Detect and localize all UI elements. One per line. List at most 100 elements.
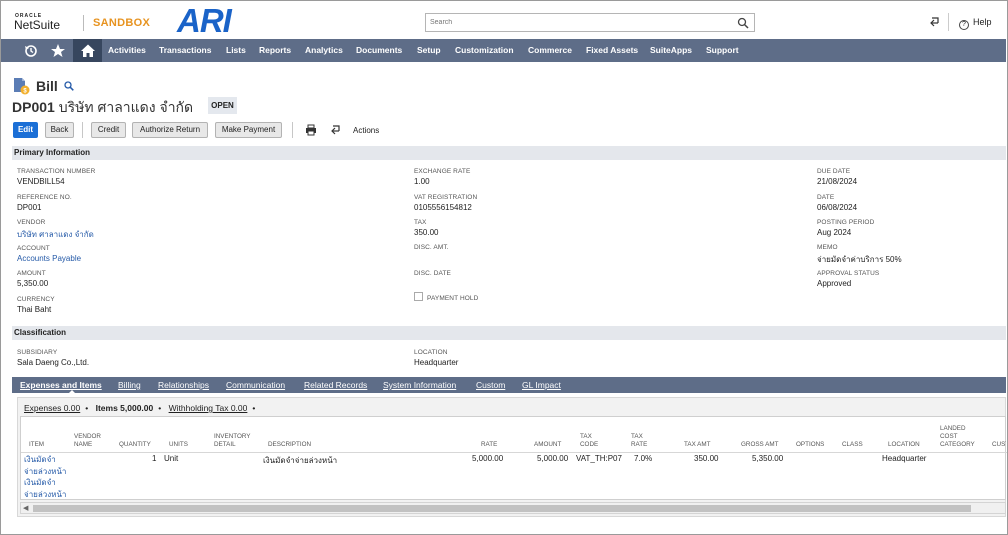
scrollbar-thumb[interactable]	[33, 505, 971, 512]
edit-button[interactable]: Edit	[13, 122, 38, 138]
actions-menu[interactable]: Actions	[353, 126, 379, 135]
currency-value: Thai Baht	[17, 305, 52, 314]
posting-period-value: Aug 2024	[817, 228, 852, 237]
item-link[interactable]: จ่ายล่วงหน้า	[24, 489, 66, 501]
field-label: EXCHANGE RATE	[414, 168, 471, 175]
rate-cell: 5,000.00	[472, 454, 504, 463]
home-icon	[81, 44, 95, 57]
credit-button[interactable]: Credit	[91, 122, 126, 138]
make-payment-button[interactable]: Make Payment	[215, 122, 282, 138]
nav-activities[interactable]: Activities	[108, 45, 146, 55]
item-link[interactable]: จ่ายล่วงหน้า	[24, 466, 66, 478]
recent-records-icon[interactable]	[929, 16, 941, 28]
print-icon[interactable]	[305, 124, 317, 136]
approval-status-value: Approved	[817, 279, 852, 288]
header-divider	[21, 452, 1007, 453]
help-icon: ?	[959, 20, 969, 30]
search-icon[interactable]	[737, 17, 749, 29]
column-header: TAX RATE	[631, 433, 648, 448]
memo-value: จ่ายมัดจำค่าบริการ 50%	[817, 255, 902, 264]
status-badge: OPEN	[208, 97, 237, 114]
item-link[interactable]: เงินมัดจำ	[24, 477, 56, 489]
tab-billing[interactable]: Billing	[118, 380, 141, 390]
toolbar-divider	[82, 122, 83, 138]
quantity-cell: 1	[152, 454, 157, 463]
column-header: GROSS AMT	[741, 441, 779, 448]
items-chip[interactable]: Items 5,000.00	[96, 403, 154, 413]
nav-documents[interactable]: Documents	[356, 45, 402, 55]
sandbox-label: SANDBOX	[93, 17, 151, 29]
tab-expenses-and-items[interactable]: Expenses and Items	[20, 380, 102, 390]
location-cell: Headquarter	[882, 454, 927, 463]
active-tab-marker	[68, 390, 76, 394]
column-header: OPTIONS	[796, 441, 825, 448]
column-header: AMOUNT	[534, 441, 562, 448]
field-label: VAT REGISTRATION	[414, 194, 478, 201]
nav-customization[interactable]: Customization	[455, 45, 514, 55]
help-link[interactable]: ? Help	[959, 17, 992, 30]
nav-lists[interactable]: Lists	[226, 45, 246, 55]
nav-suiteapps[interactable]: SuiteApps	[650, 45, 692, 55]
tab-communication[interactable]: Communication	[226, 380, 285, 390]
field-label: TAX	[414, 219, 427, 226]
column-header: CLASS	[842, 441, 863, 448]
column-header: QUANTITY	[119, 441, 151, 448]
horizontal-scrollbar[interactable]: ◀	[20, 502, 1006, 514]
search-input[interactable]	[426, 14, 726, 31]
account-link[interactable]: Accounts Payable	[17, 254, 81, 263]
star-icon[interactable]	[50, 43, 66, 58]
nav-reports[interactable]: Reports	[259, 45, 291, 55]
item-link[interactable]: เงินมัดจำ	[24, 454, 56, 466]
search-icon[interactable]	[64, 81, 74, 91]
tab-custom[interactable]: Custom	[476, 380, 505, 390]
vat-registration-value: 0105556154812	[414, 203, 472, 212]
main-nav: Activities Transactions Lists Reports An…	[1, 39, 1006, 62]
due-date-value: 21/08/2024	[817, 177, 858, 186]
tab-gl-impact[interactable]: GL Impact	[522, 380, 561, 390]
field-label: APPROVAL STATUS	[817, 270, 880, 277]
tab-system-information[interactable]: System Information	[383, 380, 456, 390]
column-header: TAX CODE	[580, 433, 599, 448]
description-cell: เงินมัดจำจ่ายล่วงหน้า	[263, 456, 338, 465]
units-cell: Unit	[164, 454, 179, 463]
nav-fixed-assets[interactable]: Fixed Assets	[586, 45, 638, 55]
gross-amt-cell: 5,350.00	[752, 454, 784, 463]
date-value: 06/08/2024	[817, 203, 858, 212]
scroll-left-icon[interactable]: ◀	[23, 504, 28, 512]
company-logo: ARI	[177, 2, 232, 39]
withholding-chip[interactable]: Withholding Tax 0.00	[169, 403, 248, 413]
record-type: Bill	[36, 78, 58, 94]
recent-history-icon[interactable]	[23, 43, 39, 58]
column-header: CUST	[992, 441, 1006, 448]
global-search[interactable]	[425, 13, 755, 32]
nav-commerce[interactable]: Commerce	[528, 45, 572, 55]
vendor-link[interactable]: บริษัท ศาลาแดง จำกัด	[17, 228, 94, 241]
field-label: SUBSIDIARY	[17, 349, 58, 356]
top-divider	[948, 13, 949, 31]
nav-analytics[interactable]: Analytics	[305, 45, 343, 55]
home-tab[interactable]	[73, 39, 102, 62]
tax-amt-cell: 350.00	[694, 454, 719, 463]
tab-related-records[interactable]: Related Records	[304, 380, 367, 390]
toolbar-divider	[292, 122, 293, 138]
top-bar: ORACLE NetSuite SANDBOX ARI ?Help	[1, 1, 1006, 39]
tab-relationships[interactable]: Relationships	[158, 380, 209, 390]
authorize-return-button[interactable]: Authorize Return	[132, 122, 208, 138]
section-classification[interactable]: Classification	[12, 326, 1006, 340]
nav-support[interactable]: Support	[706, 45, 739, 55]
netsuite-logo[interactable]: NetSuite	[14, 18, 60, 32]
column-header: UNITS	[169, 441, 188, 448]
column-header: VENDOR NAME	[74, 433, 101, 448]
back-button[interactable]: Back	[45, 122, 74, 138]
reference-no-value: DP001	[17, 203, 42, 212]
field-label: DUE DATE	[817, 168, 851, 175]
field-label: DISC. AMT.	[414, 244, 449, 251]
chip-dot: •	[85, 403, 89, 413]
nav-transactions[interactable]: Transactions	[159, 45, 211, 55]
recent-records-icon[interactable]	[330, 124, 342, 136]
chip-dot: •	[158, 403, 162, 413]
expenses-chip[interactable]: Expenses 0.00	[24, 403, 80, 413]
nav-setup[interactable]: Setup	[417, 45, 441, 55]
tax-rate-cell: 7.0%	[634, 454, 653, 463]
section-primary-information[interactable]: Primary Information	[12, 146, 1006, 160]
